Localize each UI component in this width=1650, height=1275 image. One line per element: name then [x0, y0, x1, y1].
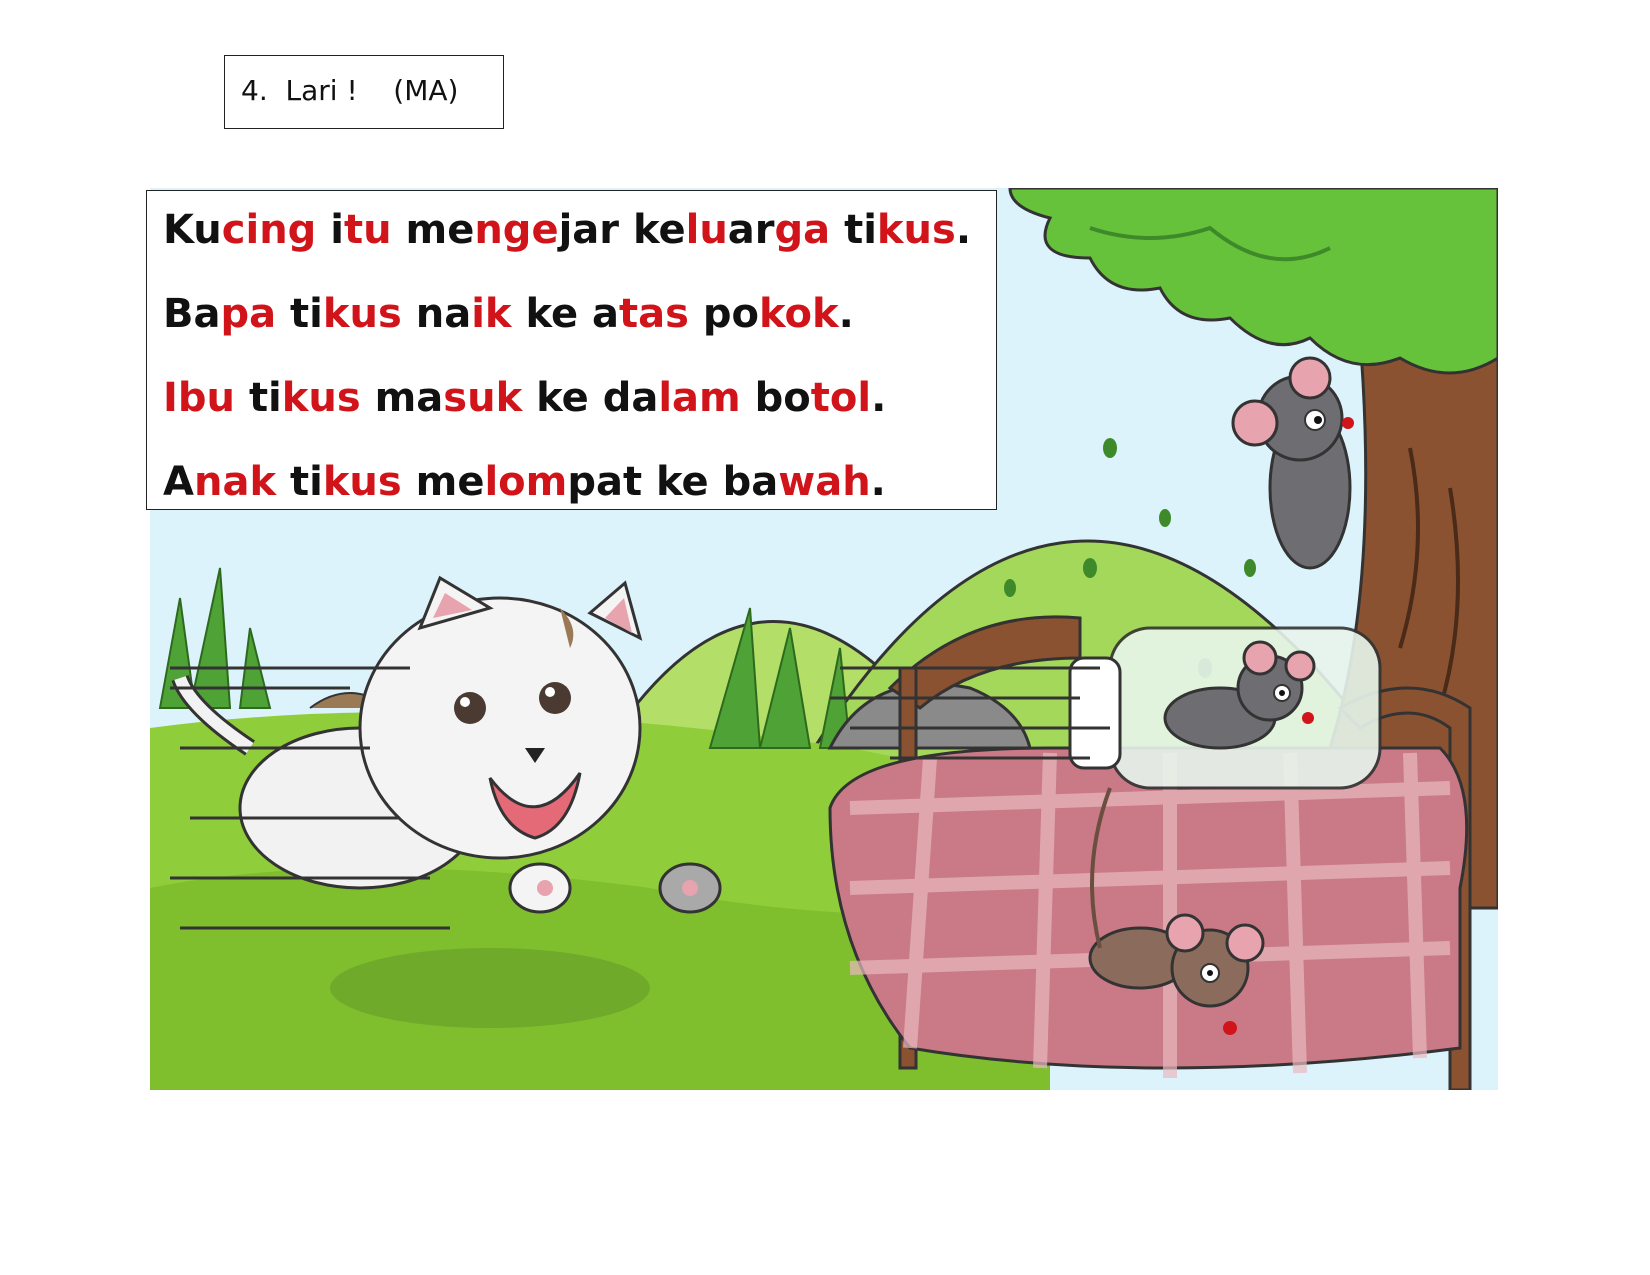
- syllable: ke: [632, 207, 686, 253]
- highlighted-syllable: nge: [474, 207, 559, 253]
- syllable: ke: [525, 291, 579, 337]
- syllable: [276, 291, 290, 337]
- syllable: ti: [844, 207, 877, 253]
- highlighted-syllable: tas: [619, 291, 689, 337]
- page-title: 4. Lari ! (MA): [224, 55, 504, 129]
- syllable: A: [163, 459, 194, 505]
- syllable: [361, 375, 375, 421]
- sentence-2: Bapa tikus naik ke atas pokok.: [163, 289, 996, 373]
- highlighted-syllable: kus: [322, 291, 402, 337]
- syllable: ma: [374, 375, 444, 421]
- syllable: .: [870, 459, 886, 505]
- syllable: [689, 291, 703, 337]
- syllable: [392, 207, 406, 253]
- highlighted-syllable: lu: [685, 207, 728, 253]
- syllable: [276, 459, 290, 505]
- sentence-4: Anak tikus melompat ke bawah.: [163, 457, 996, 509]
- sentence-3: Ibu tikus masuk ke dalam botol.: [163, 373, 996, 457]
- highlighted-syllable: lom: [484, 459, 568, 505]
- syllable: Ku: [163, 207, 222, 253]
- syllable: a: [592, 291, 620, 337]
- syllable: [741, 375, 755, 421]
- syllable: ar: [727, 207, 775, 253]
- syllable: me: [405, 207, 475, 253]
- syllable: [402, 459, 416, 505]
- syllable: da: [602, 375, 659, 421]
- syllable: [316, 207, 330, 253]
- syllable: [522, 375, 536, 421]
- highlighted-syllable: I: [163, 375, 178, 421]
- syllable: [578, 291, 592, 337]
- syllable: [512, 291, 526, 337]
- highlighted-syllable: tu: [343, 207, 392, 253]
- syllable: Ba: [163, 291, 221, 337]
- syllable: ba: [722, 459, 779, 505]
- syllable: [830, 207, 844, 253]
- syllable: po: [702, 291, 760, 337]
- syllable: bo: [754, 375, 811, 421]
- highlighted-syllable: nak: [193, 459, 277, 505]
- story-text-panel: Kucing itu mengejar keluarga tikus. Bapa…: [146, 190, 997, 510]
- syllable: [402, 291, 416, 337]
- syllable: [619, 207, 633, 253]
- highlighted-syllable: kus: [876, 207, 956, 253]
- syllable: ti: [289, 459, 323, 505]
- highlighted-syllable: wah: [778, 459, 871, 505]
- highlighted-syllable: tol: [810, 375, 872, 421]
- syllable: .: [838, 291, 854, 337]
- syllable: pat: [567, 459, 643, 505]
- syllable: i: [330, 207, 344, 253]
- highlighted-syllable: bu: [177, 375, 235, 421]
- syllable: [709, 459, 723, 505]
- syllable: .: [871, 375, 887, 421]
- highlighted-syllable: kok: [759, 291, 839, 337]
- syllable: ke: [656, 459, 709, 505]
- highlighted-syllable: kus: [322, 459, 402, 505]
- syllable: ke: [536, 375, 589, 421]
- syllable: jar: [558, 207, 620, 253]
- syllable: .: [955, 207, 972, 253]
- highlighted-syllable: ik: [471, 291, 512, 337]
- syllable: ti: [290, 291, 323, 337]
- syllable: [642, 459, 656, 505]
- highlighted-syllable: kus: [281, 375, 361, 421]
- highlighted-syllable: suk: [443, 375, 523, 421]
- syllable: na: [415, 291, 472, 337]
- highlighted-syllable: ga: [774, 207, 831, 253]
- highlighted-syllable: cing: [221, 207, 317, 253]
- highlighted-syllable: lam: [658, 375, 741, 421]
- highlighted-syllable: pa: [220, 291, 277, 337]
- syllable: [589, 375, 603, 421]
- sentence-1: Kucing itu mengejar keluarga tikus.: [163, 205, 996, 289]
- syllable: me: [415, 459, 485, 505]
- syllable: ti: [248, 375, 282, 421]
- syllable: [235, 375, 249, 421]
